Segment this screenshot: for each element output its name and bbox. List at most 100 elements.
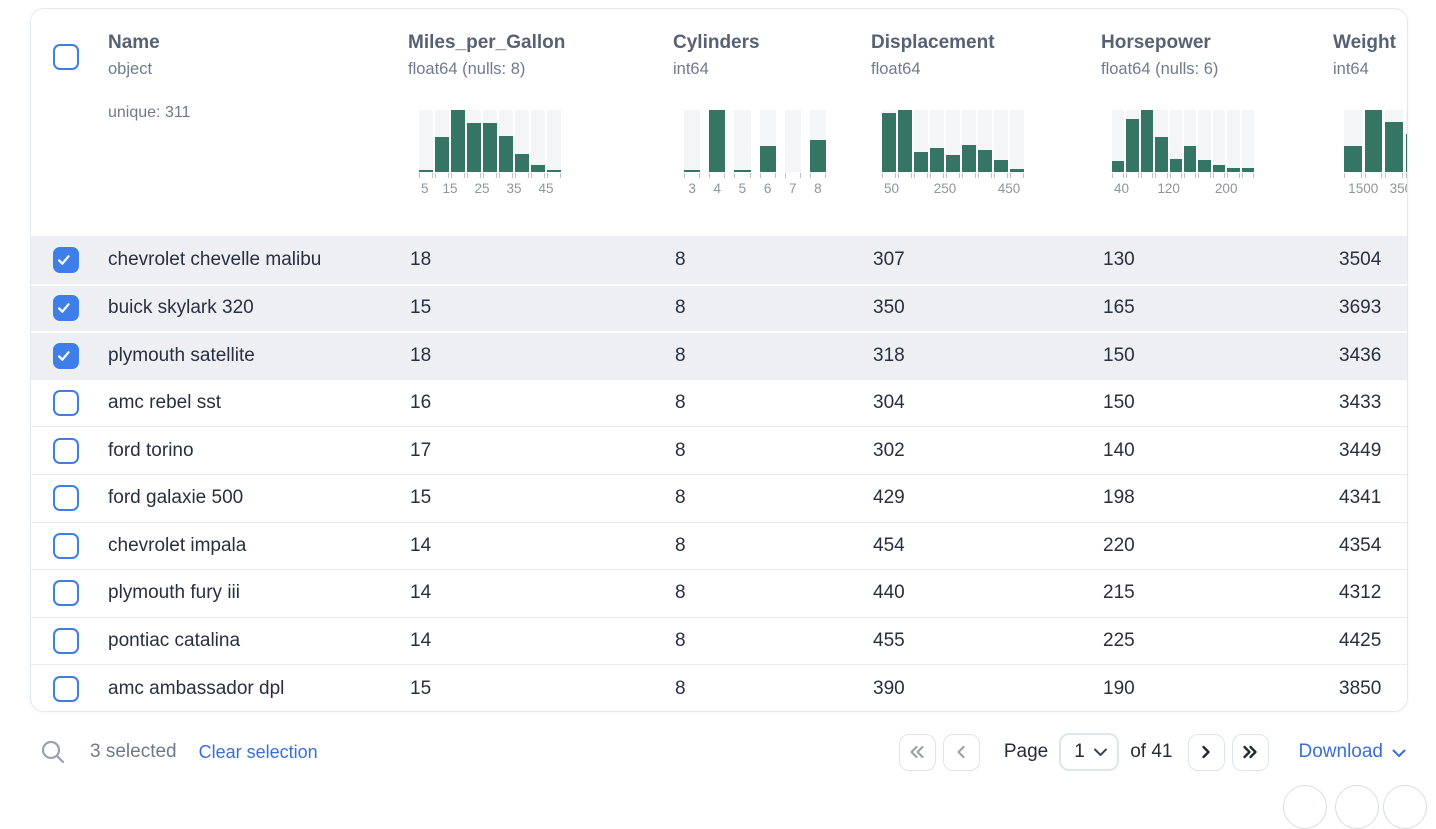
column-type: float64 (nulls: 8) — [408, 58, 673, 80]
cell-horsepower: 198 — [1101, 487, 1333, 509]
cell-miles_per_gallon: 15 — [408, 487, 673, 509]
select-all-checkbox[interactable] — [53, 44, 79, 70]
cell-miles_per_gallon: 14 — [408, 582, 673, 604]
row-checkbox-cell — [31, 485, 108, 511]
histogram-weight[interactable]: 15003500 — [1344, 110, 1408, 197]
table-row: pontiac catalina1484552254425 — [31, 617, 1407, 665]
cell-displacement: 454 — [871, 535, 1101, 557]
double-chevron-left-icon — [907, 744, 927, 760]
cell-weight: 3433 — [1333, 392, 1407, 414]
cell-name: plymouth fury iii — [108, 582, 408, 604]
cell-name: ford galaxie 500 — [108, 487, 408, 509]
row-checkbox[interactable] — [53, 295, 79, 321]
table-row: ford galaxie 5001584291984341 — [31, 474, 1407, 522]
search-icon[interactable] — [40, 739, 66, 765]
cell-miles_per_gallon: 14 — [408, 630, 673, 652]
column-header-miles_per_gallon[interactable]: Miles_per_Gallonfloat64 (nulls: 8)515253… — [408, 9, 673, 236]
row-checkbox-cell — [31, 580, 108, 606]
page-select[interactable]: 1 — [1059, 733, 1119, 771]
check-icon — [55, 347, 73, 365]
row-checkbox[interactable] — [53, 485, 79, 511]
column-type: object — [108, 58, 408, 80]
column-header-name[interactable]: Nameobjectunique: 311 — [108, 9, 408, 236]
table-row: ford torino1783021403449 — [31, 426, 1407, 474]
chevron-down-icon — [1093, 747, 1108, 757]
cell-weight: 4354 — [1333, 535, 1407, 557]
last-page-button[interactable] — [1232, 734, 1269, 771]
chevron-down-icon — [1392, 749, 1406, 758]
page-select-value: 1 — [1074, 741, 1093, 763]
check-icon — [55, 251, 73, 269]
histogram-displacement[interactable]: 50250450 — [882, 110, 1024, 197]
cell-horsepower: 215 — [1101, 582, 1333, 604]
histogram-miles_per_gallon[interactable]: 515253545 — [419, 110, 561, 197]
cell-name: chevrolet impala — [108, 535, 408, 557]
double-chevron-right-icon — [1240, 744, 1260, 760]
histogram-tick-labels: 15003500 — [1344, 181, 1408, 197]
row-checkbox[interactable] — [53, 247, 79, 273]
cell-cylinders: 8 — [673, 297, 871, 319]
histogram-ticks — [419, 173, 561, 178]
cell-cylinders: 8 — [673, 440, 871, 462]
cell-horsepower: 220 — [1101, 535, 1333, 557]
cell-miles_per_gallon: 17 — [408, 440, 673, 462]
cell-horsepower: 130 — [1101, 249, 1333, 271]
cell-miles_per_gallon: 14 — [408, 535, 673, 557]
cell-miles_per_gallon: 15 — [408, 678, 673, 700]
cell-name: ford torino — [108, 440, 408, 462]
row-checkbox[interactable] — [53, 390, 79, 416]
cell-weight: 4425 — [1333, 630, 1407, 652]
histogram-bars — [882, 110, 1024, 172]
table-header: Nameobjectunique: 311Miles_per_Gallonflo… — [31, 9, 1407, 236]
chevron-right-icon — [1198, 744, 1214, 760]
prev-page-button[interactable] — [943, 734, 980, 771]
table-body: chevrolet chevelle malibu1883071303504bu… — [31, 236, 1407, 712]
row-checkbox[interactable] — [53, 580, 79, 606]
column-title: Weight — [1333, 31, 1408, 55]
cell-miles_per_gallon: 18 — [408, 345, 673, 367]
row-checkbox[interactable] — [53, 676, 79, 702]
cell-weight: 3449 — [1333, 440, 1407, 462]
cell-horsepower: 150 — [1101, 392, 1333, 414]
row-checkbox[interactable] — [53, 343, 79, 369]
histogram-tick-labels: 40120200 — [1112, 181, 1254, 197]
first-page-button[interactable] — [899, 734, 936, 771]
cell-weight: 3850 — [1333, 678, 1407, 700]
row-checkbox[interactable] — [53, 628, 79, 654]
cell-cylinders: 8 — [673, 249, 871, 271]
clear-selection-link[interactable]: Clear selection — [199, 742, 318, 763]
histogram-horsepower[interactable]: 40120200 — [1112, 110, 1254, 197]
histogram-ticks — [1112, 173, 1254, 178]
cell-miles_per_gallon: 15 — [408, 297, 673, 319]
header-checkbox-cell — [31, 9, 108, 236]
column-type: int64 — [673, 58, 871, 80]
column-title: Name — [108, 31, 408, 55]
column-header-displacement[interactable]: Displacementfloat6450250450 — [871, 9, 1101, 236]
histogram-tick-labels: 345678 — [684, 181, 826, 197]
next-page-button[interactable] — [1188, 734, 1225, 771]
row-checkbox[interactable] — [53, 533, 79, 559]
cell-displacement: 318 — [871, 345, 1101, 367]
histogram-cylinders[interactable]: 345678 — [684, 110, 826, 197]
table-row: amc rebel sst1683041503433 — [31, 379, 1407, 427]
cell-displacement: 350 — [871, 297, 1101, 319]
cell-displacement: 304 — [871, 392, 1101, 414]
download-button[interactable]: Download — [1299, 741, 1407, 763]
cell-name: chevrolet chevelle malibu — [108, 249, 408, 271]
cell-cylinders: 8 — [673, 392, 871, 414]
cell-displacement: 302 — [871, 440, 1101, 462]
column-type: float64 (nulls: 6) — [1101, 58, 1333, 80]
column-header-horsepower[interactable]: Horsepowerfloat64 (nulls: 6)40120200 — [1101, 9, 1333, 236]
cell-weight: 3693 — [1333, 297, 1407, 319]
row-checkbox[interactable] — [53, 438, 79, 464]
data-table-card: Nameobjectunique: 311Miles_per_Gallonflo… — [30, 8, 1408, 712]
table-row: amc ambassador dpl1583901903850 — [31, 664, 1407, 712]
histogram-bars — [684, 110, 826, 172]
row-checkbox-cell — [31, 390, 108, 416]
column-header-cylinders[interactable]: Cylindersint64345678 — [673, 9, 871, 236]
histogram-tick-labels: 515253545 — [419, 181, 561, 197]
column-header-weight[interactable]: Weightint6415003500 — [1333, 9, 1408, 236]
histogram-ticks — [684, 173, 826, 178]
cell-displacement: 307 — [871, 249, 1101, 271]
row-checkbox-cell — [31, 247, 108, 273]
